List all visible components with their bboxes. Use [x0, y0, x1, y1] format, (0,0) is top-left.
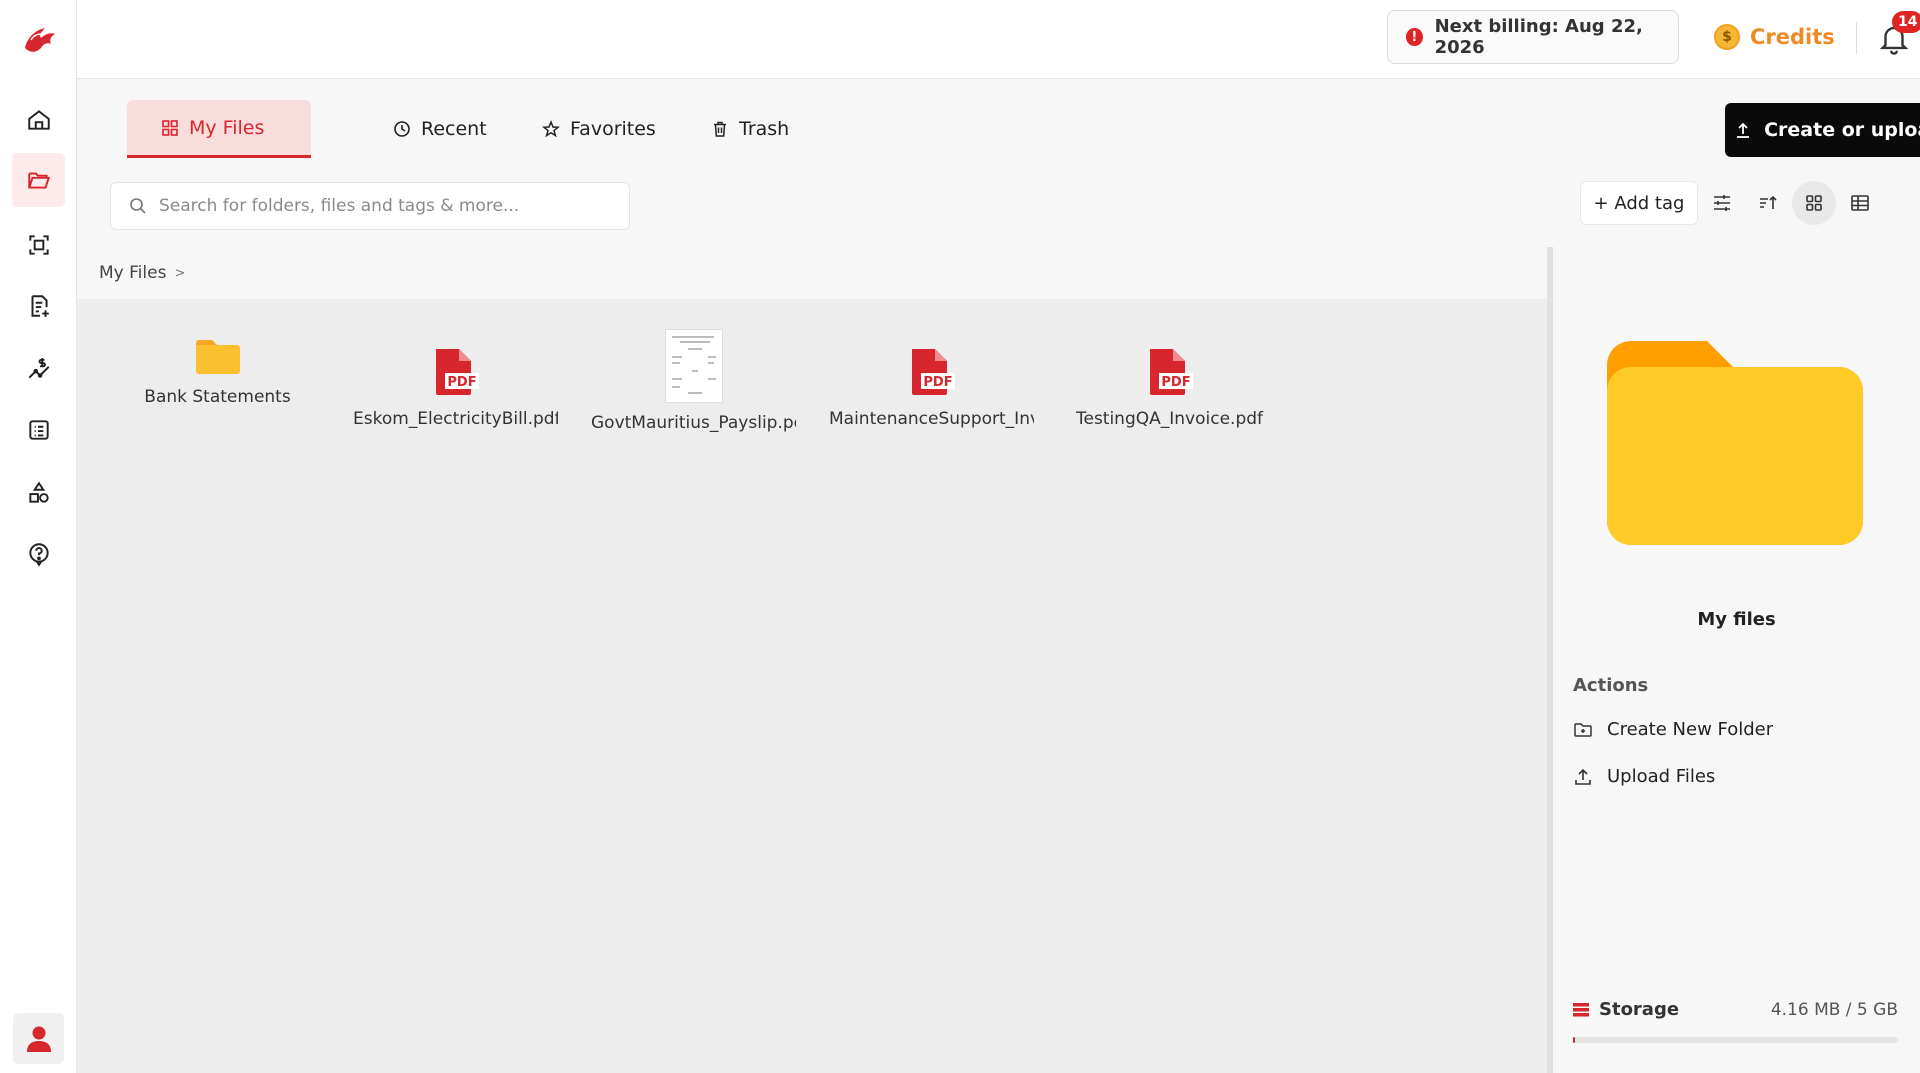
- details-panel: My files Actions Create New Folder Uploa…: [1553, 247, 1920, 1073]
- user-avatar-button[interactable]: [13, 1013, 64, 1064]
- create-new-folder-action[interactable]: Create New Folder: [1573, 719, 1773, 740]
- upload-files-action[interactable]: Upload Files: [1573, 766, 1715, 787]
- folder-plus-icon: [1574, 722, 1592, 737]
- tab-label: My Files: [189, 116, 265, 139]
- pdf-file-icon: PDF: [911, 349, 955, 395]
- grid-view-icon: [1806, 195, 1822, 211]
- upload-icon: [1737, 122, 1750, 138]
- nav-home[interactable]: [12, 93, 65, 147]
- search-box[interactable]: [110, 182, 630, 230]
- storage-value: 4.16 MB / 5 GB: [1770, 999, 1898, 1020]
- search-toolbar: + Add tag: [77, 159, 1920, 247]
- folder-item[interactable]: Bank Statements: [115, 329, 320, 407]
- grid-view-button[interactable]: [1792, 181, 1836, 225]
- file-grid: Bank Statements PDF Eskom_ElectricityBil…: [77, 299, 1547, 1073]
- action-label: Upload Files: [1607, 766, 1716, 787]
- nav-files[interactable]: [12, 153, 65, 207]
- tab-label: Recent: [421, 118, 487, 140]
- app: ! Next billing: Aug 22, 2026 $ Credits 1…: [0, 0, 1920, 1073]
- credits-button[interactable]: $ Credits: [1714, 20, 1835, 54]
- breadcrumb-root[interactable]: My Files: [99, 263, 166, 283]
- nav-forms[interactable]: [12, 403, 65, 457]
- brand-logo-icon[interactable]: [17, 18, 59, 60]
- tab-label: Favorites: [570, 118, 656, 140]
- large-folder-icon: [1607, 341, 1863, 545]
- finance-chart-icon: [28, 358, 49, 379]
- panel-title: My files: [1697, 609, 1776, 630]
- item-name: Eskom_ElectricityBill.pdf: [353, 409, 558, 429]
- actions-heading: Actions: [1573, 675, 1649, 696]
- folder-icon: [195, 340, 240, 374]
- grid-icon: [162, 119, 178, 136]
- nav-scan[interactable]: [12, 218, 65, 272]
- nav-shapes[interactable]: [12, 466, 65, 520]
- tab-recent[interactable]: Recent: [359, 100, 521, 158]
- form-list-icon: [28, 420, 49, 440]
- nav-help[interactable]: [12, 527, 65, 581]
- upload-icon: [1575, 768, 1591, 785]
- file-item[interactable]: GovtMauritius_Payslip.pdf: [591, 329, 796, 433]
- table-view-button[interactable]: [1838, 181, 1882, 225]
- sliders-icon: [1714, 195, 1730, 211]
- item-name: GovtMauritius_Payslip.pdf: [591, 413, 796, 433]
- search-input[interactable]: [159, 196, 599, 216]
- breadcrumb-separator: >: [174, 265, 186, 281]
- file-item[interactable]: PDF TestingQA_Invoice.pdf: [1067, 329, 1272, 429]
- file-item[interactable]: PDF Eskom_ElectricityBill.pdf: [353, 329, 558, 429]
- file-item[interactable]: PDF MaintenanceSupport_Invoice.pdf: [829, 329, 1034, 429]
- scan-icon: [28, 235, 49, 255]
- breadcrumb: My Files >: [77, 247, 1547, 299]
- storage-info: Storage 4.16 MB / 5 GB: [1573, 999, 1898, 1020]
- action-label: Create New Folder: [1607, 719, 1774, 740]
- help-circle-icon: [28, 543, 49, 567]
- tab-my-files[interactable]: My Files: [127, 100, 311, 158]
- pdf-file-icon: PDF: [1149, 349, 1193, 395]
- item-name: MaintenanceSupport_Invoice.pdf: [829, 409, 1034, 429]
- create-button-label: Create or upload: [1764, 119, 1920, 141]
- trash-icon: [714, 121, 726, 137]
- document-add-icon: [31, 295, 49, 317]
- pdf-badge-text: PDF: [447, 375, 476, 390]
- sidebar: [0, 0, 77, 1073]
- billing-text: Next billing: Aug 22, 2026: [1434, 16, 1643, 58]
- sort-icon: [1760, 195, 1777, 209]
- tab-bar: My Files Recent Favorites Trash Create o…: [77, 79, 1920, 159]
- storage-progress-bar: [1573, 1037, 1898, 1043]
- tab-label: Trash: [739, 118, 790, 140]
- storage-icon: [1573, 1002, 1589, 1016]
- document-thumbnail: [664, 329, 723, 403]
- folder-open-icon: [27, 172, 50, 189]
- filter-button[interactable]: [1700, 181, 1744, 225]
- sort-button[interactable]: [1746, 181, 1790, 225]
- tab-favorites[interactable]: Favorites: [508, 100, 690, 158]
- create-or-upload-button[interactable]: Create or upload: [1725, 103, 1920, 157]
- pdf-badge-text: PDF: [923, 375, 952, 390]
- tab-trash[interactable]: Trash: [677, 100, 823, 158]
- billing-notice[interactable]: ! Next billing: Aug 22, 2026: [1387, 10, 1679, 64]
- table-view-icon: [1851, 195, 1869, 211]
- home-icon: [27, 110, 50, 130]
- clock-icon: [394, 121, 410, 137]
- nav-documents[interactable]: [12, 279, 65, 333]
- user-icon: [26, 1026, 51, 1052]
- star-icon: [542, 120, 560, 138]
- item-name: Bank Statements: [144, 387, 291, 407]
- storage-label: Storage: [1599, 999, 1680, 1020]
- notification-badge: 14: [1892, 11, 1920, 33]
- add-tag-button[interactable]: + Add tag: [1580, 181, 1698, 225]
- credits-label: Credits: [1750, 25, 1835, 49]
- coin-icon: $: [1714, 24, 1740, 50]
- topbar-divider: [1856, 22, 1857, 54]
- pdf-file-icon: PDF: [435, 349, 479, 395]
- pdf-badge-text: PDF: [1161, 375, 1190, 390]
- alert-icon: !: [1406, 28, 1423, 46]
- search-icon: [130, 198, 146, 214]
- shapes-icon: [28, 481, 49, 503]
- top-bar: ! Next billing: Aug 22, 2026 $ Credits 1…: [77, 0, 1920, 79]
- nav-finance[interactable]: [12, 342, 65, 396]
- item-name: TestingQA_Invoice.pdf: [1075, 409, 1264, 429]
- storage-progress-fill: [1573, 1037, 1575, 1043]
